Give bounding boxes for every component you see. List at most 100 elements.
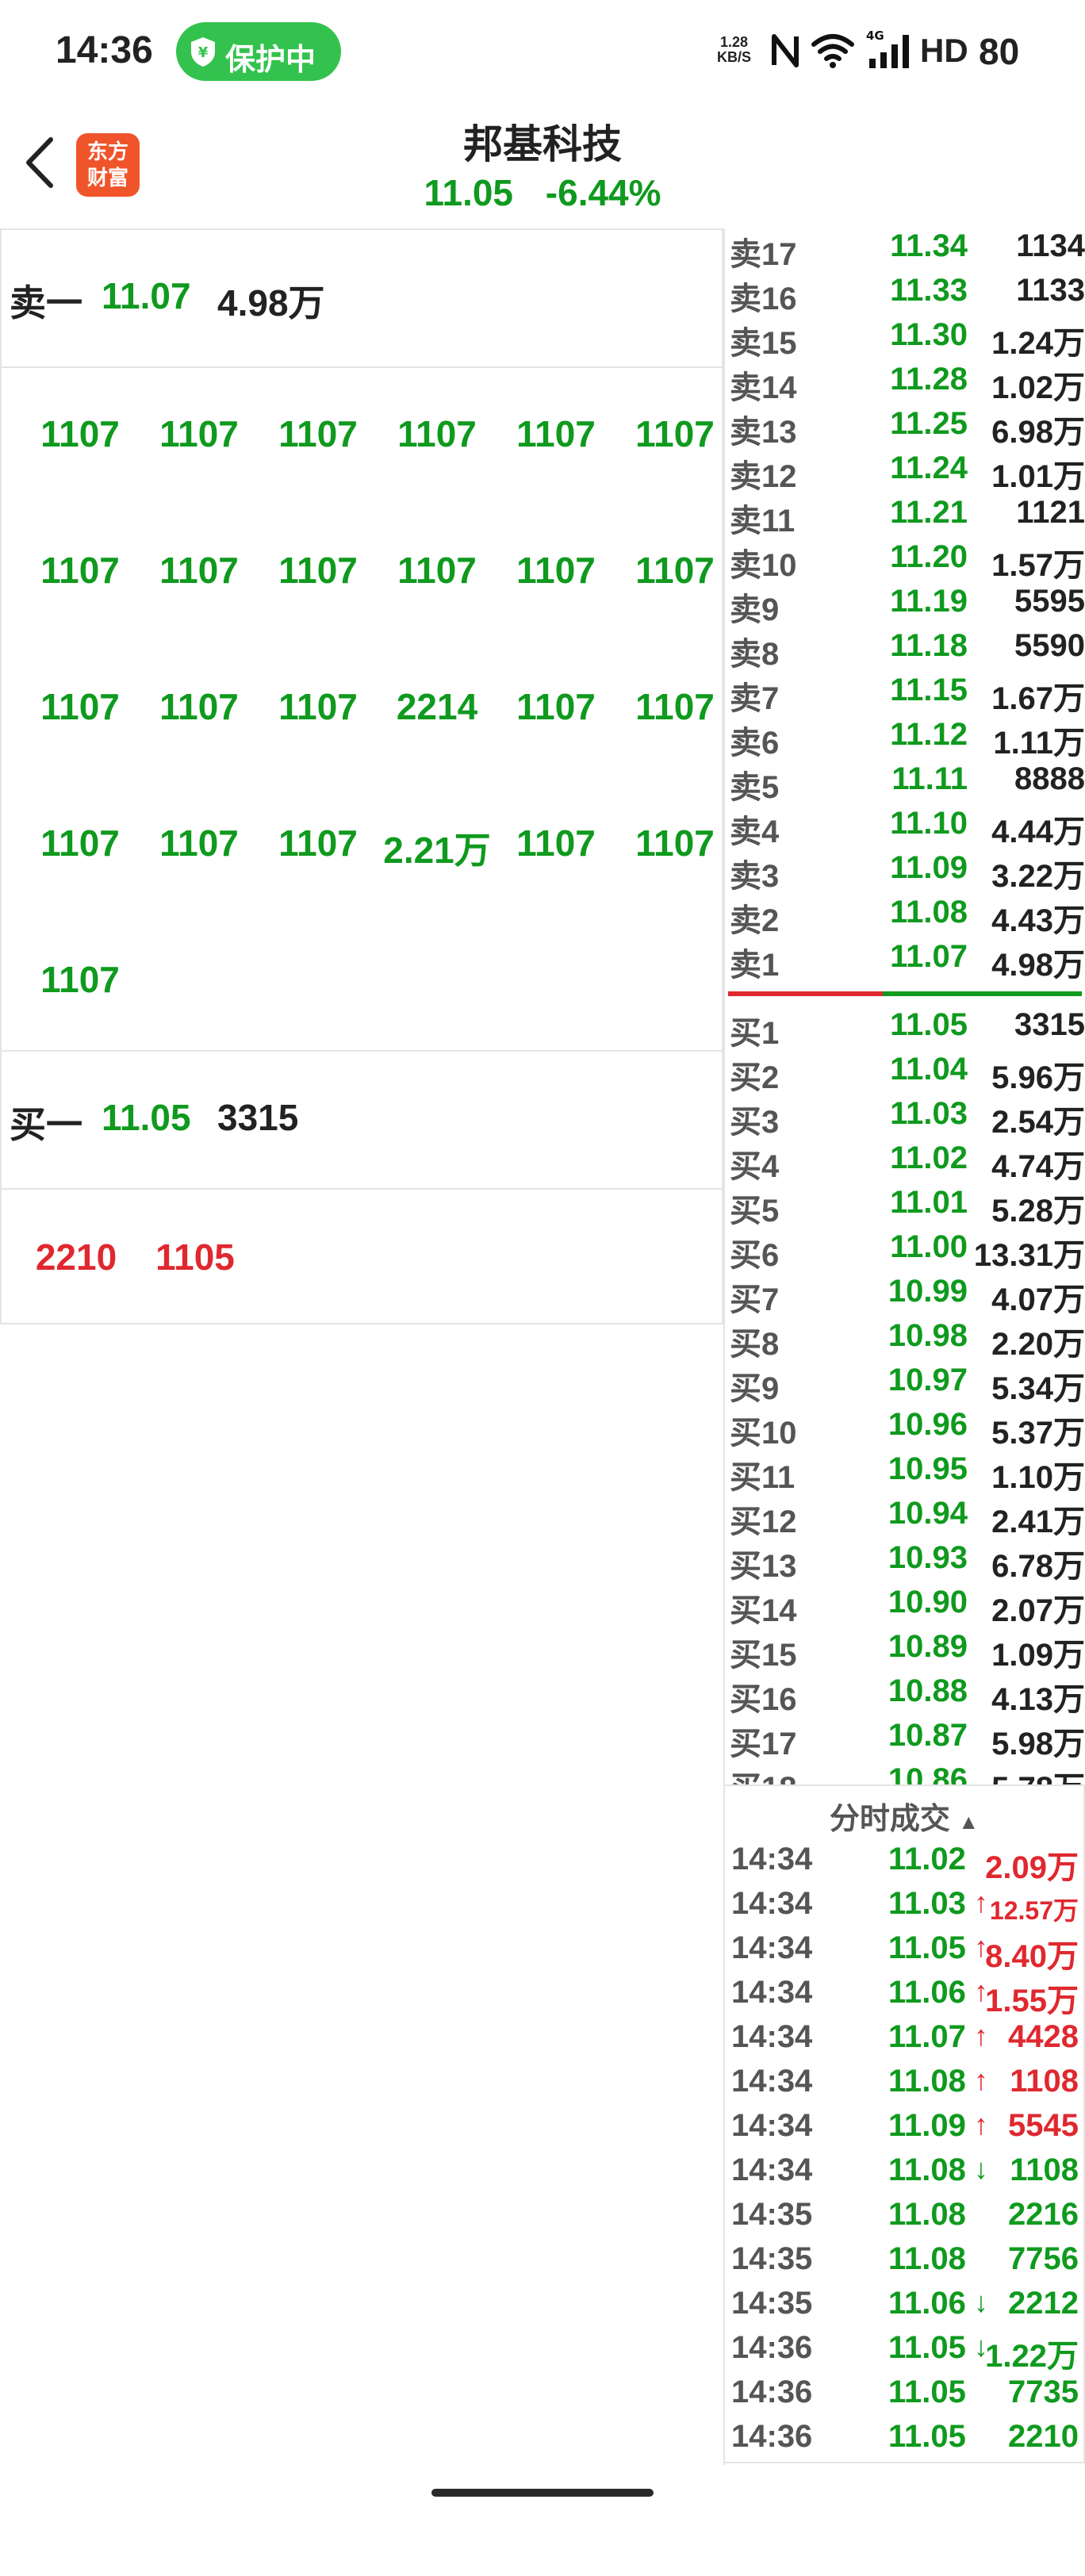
bid-row[interactable]: 买16 10.88 4.13万 [723,1673,1085,1718]
trades-header-label: 分时成交 [829,1803,950,1836]
sell1-row[interactable]: 卖一 11.07 4.98万 [2,230,722,368]
trade-time: 14:36 [731,2419,813,2454]
bid-row[interactable]: 买2 11.04 5.96万 [723,1052,1085,1096]
protection-label: 保护中 [225,44,316,77]
sell-queue-grid: 1107 1107 1107 1107 1107 1107 1107 1107 1107 1107… [2,368,722,1052]
ask-row[interactable]: 卖14 11.28 1.02万 [723,362,1085,406]
nfc-icon [772,34,799,67]
ask-volume: 1.11万 [993,726,1085,761]
ask-price: 11.15 [890,673,968,707]
bid-row[interactable]: 买18 10.86 5.78万 [723,1762,1085,1784]
bid-row[interactable]: 买14 10.90 2.07万 [723,1585,1085,1629]
home-indicator[interactable] [431,2489,654,2497]
bid-row[interactable]: 买12 10.94 2.41万 [723,1496,1085,1540]
level1-queue-panel: 卖一 11.07 4.98万 1107 1107 1107 1107 1107 1107 1… [0,228,723,1324]
hd-indicator: HD [920,32,968,69]
bid-volume: 5.98万 [991,1727,1085,1761]
queue-order-cell: 1107 [40,959,120,1000]
trade-volume: 1108 [1010,2152,1079,2187]
bid-volume: 2.54万 [991,1105,1085,1140]
bid-volume: 5.37万 [991,1416,1085,1451]
trade-row: 14:36 11.05 2210 [725,2419,1083,2463]
bid-row[interactable]: 买7 10.99 4.07万 [723,1274,1085,1318]
ask-row[interactable]: 卖7 11.15 1.67万 [723,673,1085,717]
ask-row[interactable]: 卖10 11.20 1.57万 [723,539,1085,584]
ask-price: 11.07 [890,939,968,974]
ask-row[interactable]: 卖13 11.25 6.98万 [723,406,1085,450]
queue-order-cell: 1107 [159,686,239,727]
ask-row[interactable]: 卖15 11.30 1.24万 [723,317,1085,362]
bid-price: 10.94 [888,1496,968,1531]
sell1-price: 11.07 [102,275,191,316]
ask-volume: 1.24万 [991,326,1085,361]
bid-volume: 5.34万 [991,1371,1085,1406]
ask-volume: 1.02万 [991,370,1085,405]
ask-volume: 4.98万 [991,948,1085,983]
bid-row[interactable]: 买1 11.05 3315 [723,1007,1085,1052]
bid-row[interactable]: 买13 10.93 6.78万 [723,1540,1085,1585]
bid-price: 10.99 [888,1274,968,1309]
bid-level-label: 买5 [730,1194,780,1229]
protection-badge[interactable]: ¥ 保护中 [176,22,341,81]
bid-volume: 2.20万 [991,1327,1085,1362]
bid-row[interactable]: 买6 11.00 13.31万 [723,1229,1085,1274]
trade-row: 14:34 11.02 2.09万 [725,1842,1083,1886]
bid-row[interactable]: 买3 11.03 2.54万 [723,1096,1085,1140]
trade-time: 14:35 [731,2197,813,2232]
queue-order-cell: 2.21万 [383,830,491,871]
ask-row[interactable]: 卖16 11.33 1133 [723,273,1085,317]
bid-level-label: 买15 [730,1638,797,1673]
bid-level-label: 买3 [730,1105,780,1140]
buy1-row[interactable]: 买一 11.05 3315 [2,1052,722,1190]
trade-price: 11.06 [888,1975,966,2010]
ask-row[interactable]: 卖1 11.07 4.98万 [723,939,1085,983]
bid-price: 10.98 [888,1318,968,1353]
bid-level-label: 买4 [730,1149,780,1184]
ask-row[interactable]: 卖11 11.21 1121 [723,495,1085,539]
ask-row[interactable]: 卖8 11.18 5590 [723,628,1085,673]
ask-price: 11.20 [890,539,968,574]
ask-row[interactable]: 卖3 11.09 3.22万 [723,850,1085,895]
ask-price: 11.19 [890,584,968,619]
queue-order-cell: 1107 [516,686,596,727]
ask-price: 11.24 [890,450,968,485]
ask-row[interactable]: 卖6 11.12 1.11万 [723,717,1085,761]
bid-row[interactable]: 买9 10.97 5.34万 [723,1363,1085,1407]
bid-row[interactable]: 买4 11.02 4.74万 [723,1140,1085,1185]
arrow-up-icon: ↑ [974,2064,988,2096]
trade-volume: 2210 [1008,2419,1079,2454]
ask-level-label: 卖8 [730,637,780,672]
bid-row[interactable]: 买5 11.01 5.28万 [723,1185,1085,1229]
ask-row[interactable]: 卖17 11.34 1134 [723,228,1085,273]
stock-price: 11.05 [424,172,514,213]
ask-row[interactable]: 卖2 11.08 4.43万 [723,895,1085,939]
queue-order-cell: 1107 [159,550,239,591]
order-book-scroll[interactable]: 卖17 11.34 1134 卖16 11.33 1133 卖15 11.30 1.24万 卖14… [723,228,1085,1784]
ask-row[interactable]: 卖4 11.10 4.44万 [723,806,1085,850]
bid-row[interactable]: 买8 10.98 2.20万 [723,1318,1085,1363]
ask-row[interactable]: 卖5 11.11 8888 [723,761,1085,806]
tick-trades-panel: 分时成交 ▲ 14:34 11.02 2.09万 14:34 11.03 ↑ 12.57万 1… [723,1784,1085,2463]
bid-volume: 6.78万 [991,1549,1085,1584]
bid-price: 10.96 [888,1407,968,1442]
bid-price: 10.88 [888,1673,968,1708]
ask-row[interactable]: 卖9 11.19 5595 [723,584,1085,628]
bid-row[interactable]: 买15 10.89 1.09万 [723,1629,1085,1673]
trades-header[interactable]: 分时成交 ▲ [725,1794,1083,1838]
ask-level-label: 卖9 [730,592,780,627]
sell1-label: 卖一 [10,282,82,324]
bid-row[interactable]: 买10 10.96 5.37万 [723,1407,1085,1451]
bid-price: 11.00 [890,1229,968,1264]
trade-price: 11.05 [888,1930,966,1965]
queue-order-cell: 1107 [278,822,358,864]
bid-row[interactable]: 买11 10.95 1.10万 [723,1451,1085,1496]
bid-level-label: 买2 [730,1060,780,1095]
ask-price: 11.34 [890,228,968,263]
trade-row: 14:35 11.08 7756 [725,2241,1083,2286]
trade-row: 14:35 11.08 2216 [725,2197,1083,2241]
trade-volume: 2.09万 [985,1850,1079,1885]
trade-row: 14:34 11.06 ↑ 1.55万 [725,1975,1083,2019]
buy1-volume: 3315 [217,1097,299,1138]
ask-row[interactable]: 卖12 11.24 1.01万 [723,450,1085,495]
bid-row[interactable]: 买17 10.87 5.98万 [723,1718,1085,1762]
